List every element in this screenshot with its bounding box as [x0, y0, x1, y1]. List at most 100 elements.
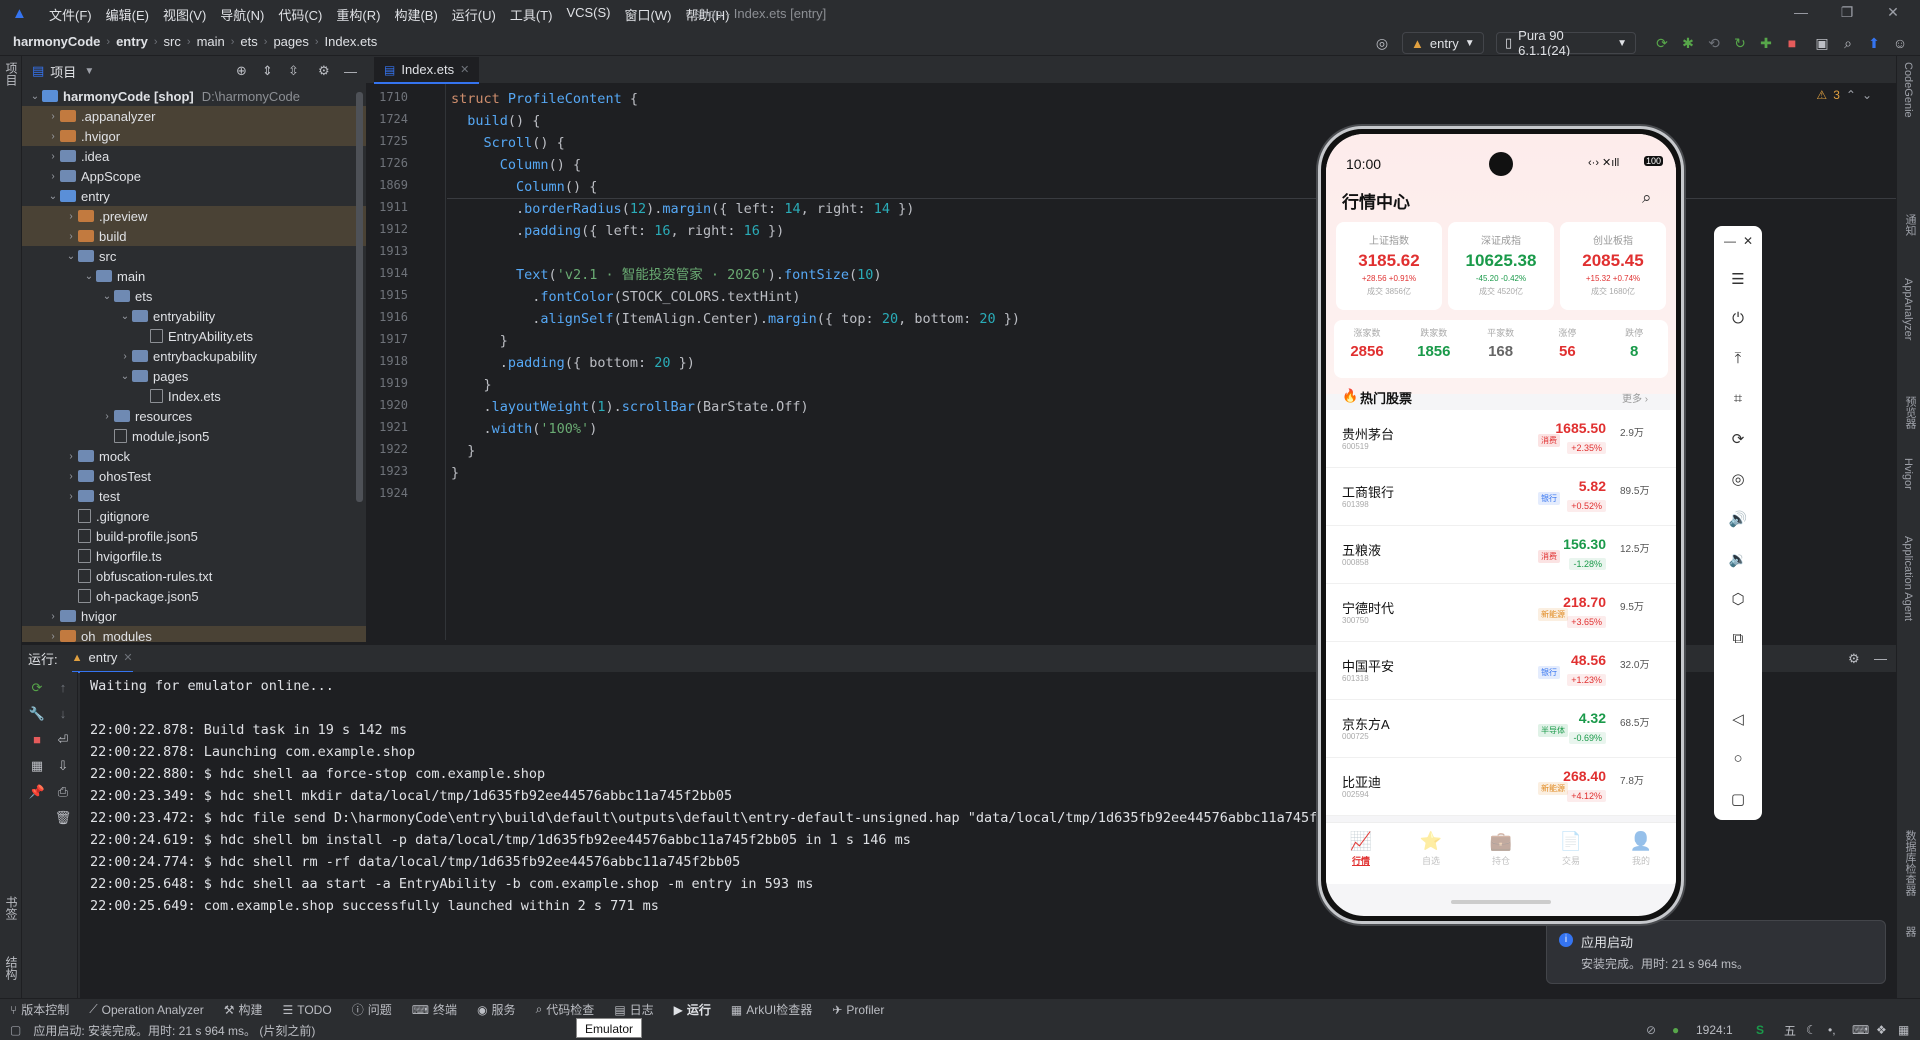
- search-icon[interactable]: ⌕: [1838, 33, 1858, 53]
- chevron-down-icon[interactable]: ⌄: [118, 311, 132, 322]
- right-tool-label[interactable]: 数据库检查器: [1902, 830, 1918, 896]
- chevron-right-icon[interactable]: ›: [46, 111, 60, 122]
- apply-changes-icon[interactable]: ↻: [1730, 33, 1750, 53]
- profile-icon[interactable]: ✚: [1756, 33, 1776, 53]
- arrow-down-icon[interactable]: ↓: [54, 706, 72, 721]
- search-icon[interactable]: ⌕: [1642, 188, 1652, 208]
- tree-item[interactable]: › .idea: [22, 146, 366, 166]
- breadcrumb-item[interactable]: ets: [237, 34, 260, 49]
- soft-wrap-icon[interactable]: ⏎: [54, 732, 72, 748]
- code-line[interactable]: .padding({ bottom: 20 }): [451, 352, 695, 374]
- stock-row[interactable]: 工商银行 601398 银行 5.82 +0.52% 89.5万: [1326, 468, 1676, 526]
- pin-icon[interactable]: 📌: [28, 784, 46, 800]
- structure-tool-label[interactable]: 结构: [3, 956, 20, 980]
- hide-panel-icon[interactable]: —: [344, 64, 357, 79]
- breadcrumb-item[interactable]: pages: [270, 34, 311, 49]
- menu-item[interactable]: 运行(U): [445, 5, 503, 24]
- tree-item[interactable]: › AppScope: [22, 166, 366, 186]
- code-line[interactable]: }: [451, 330, 508, 352]
- panel-toggle-icon[interactable]: ▢: [10, 1023, 21, 1037]
- breadcrumb-item[interactable]: main: [194, 34, 228, 49]
- chevron-right-icon[interactable]: ›: [46, 151, 60, 162]
- rotate-icon[interactable]: ⟳: [1714, 430, 1762, 448]
- right-tool-label[interactable]: CodeGenie: [1902, 62, 1914, 118]
- project-panel-title[interactable]: 项目: [50, 62, 76, 81]
- right-tool-label[interactable]: 通知: [1902, 214, 1918, 236]
- arrow-up-icon[interactable]: ↑: [54, 680, 72, 695]
- run-config-dropdown[interactable]: ▲ entry ▼: [1402, 32, 1484, 54]
- chevron-right-icon[interactable]: ›: [64, 471, 78, 482]
- tree-item[interactable]: › mock: [22, 446, 366, 466]
- tree-item[interactable]: obfuscation-rules.txt: [22, 566, 366, 586]
- back-icon[interactable]: ◁: [1714, 710, 1762, 728]
- tree-item[interactable]: hvigorfile.ts: [22, 546, 366, 566]
- index-card[interactable]: 上证指数 3185.62 +28.56 +0.91% 成交 3856亿: [1336, 222, 1442, 310]
- chevron-right-icon[interactable]: ›: [46, 171, 60, 182]
- tree-item[interactable]: ⌄ harmonyCode [shop] D:\harmonyCode: [22, 86, 366, 106]
- ime-skin-icon[interactable]: ❖: [1876, 1023, 1887, 1037]
- hide-panel-icon[interactable]: —: [1874, 651, 1887, 666]
- stop-icon[interactable]: ■: [28, 732, 46, 747]
- tree-item[interactable]: › ohosTest: [22, 466, 366, 486]
- tree-item[interactable]: ⌄ entry: [22, 186, 366, 206]
- chevron-down-icon[interactable]: ⌄: [28, 91, 42, 102]
- recents-icon[interactable]: ▢: [1714, 790, 1762, 808]
- keyboard-icon[interactable]: ⌨: [1852, 1023, 1869, 1037]
- notification-balloon[interactable]: i 应用启动 安装完成。用时: 21 s 964 ms。: [1546, 920, 1886, 984]
- tree-scrollbar[interactable]: [356, 92, 363, 502]
- chevron-down-icon[interactable]: ⌄: [118, 371, 132, 382]
- menu-item[interactable]: VCS(S): [559, 5, 617, 24]
- home-indicator[interactable]: [1451, 900, 1551, 904]
- target-icon[interactable]: ◎: [1372, 33, 1392, 53]
- bottom-tab[interactable]: ⌨ 终端: [402, 1001, 467, 1018]
- tree-item[interactable]: › .hvigor: [22, 126, 366, 146]
- code-line[interactable]: .width('100%'): [451, 418, 598, 440]
- chevron-right-icon[interactable]: ›: [46, 631, 60, 642]
- right-tool-label[interactable]: Hvigor: [1902, 458, 1914, 490]
- tree-item[interactable]: ⌄ main: [22, 266, 366, 286]
- code-line[interactable]: .alignSelf(ItemAlign.Center).margin({ to…: [451, 308, 1020, 330]
- scroll-end-icon[interactable]: ⇩: [54, 758, 72, 774]
- tree-item[interactable]: › test: [22, 486, 366, 506]
- status-message[interactable]: 应用启动: 安装完成。用时: 21 s 964 ms。 (片刻之前): [33, 1022, 315, 1039]
- chevron-down-icon[interactable]: ⌄: [100, 291, 114, 302]
- home-icon[interactable]: ○: [1714, 750, 1762, 767]
- tree-item[interactable]: › .preview: [22, 206, 366, 226]
- fold-icon[interactable]: ⬡: [1714, 590, 1762, 608]
- gear-icon[interactable]: ⚙: [318, 63, 330, 79]
- emulator-screen[interactable]: 10:00 ‹·› ✕ıll 100 行情中心 ⌕ 上证指数 3185.62 +28…: [1326, 134, 1676, 916]
- grid-icon[interactable]: ▦: [1898, 1023, 1909, 1037]
- ime-mode[interactable]: 五: [1784, 1022, 1796, 1039]
- location-icon[interactable]: ◎: [1714, 470, 1762, 488]
- stock-row[interactable]: 五粮液 000858 消费 156.30 -1.28% 12.5万: [1326, 526, 1676, 584]
- bottom-tab[interactable]: ⌕ 代码检查: [526, 1001, 605, 1018]
- stop-icon[interactable]: ■: [1782, 33, 1802, 53]
- run-tab-entry[interactable]: ▲ entry ✕: [71, 645, 133, 673]
- chevron-down-icon[interactable]: ⌄: [82, 271, 96, 282]
- wrench-icon[interactable]: 🔧: [28, 706, 46, 722]
- code-line[interactable]: Scroll() {: [451, 132, 565, 154]
- chevron-right-icon[interactable]: ›: [64, 211, 78, 222]
- index-card[interactable]: 创业板指 2085.45 +15.32 +0.74% 成交 1680亿: [1560, 222, 1666, 310]
- nav-item[interactable]: 👤 我的: [1606, 831, 1676, 867]
- chevron-down-icon[interactable]: ⌄: [46, 191, 60, 202]
- tree-item[interactable]: oh-package.json5: [22, 586, 366, 606]
- code-line[interactable]: }: [451, 462, 459, 484]
- code-line[interactable]: Column() {: [451, 176, 597, 198]
- stock-row[interactable]: 京东方A 000725 半导体 4.32 -0.69% 68.5万: [1326, 700, 1676, 758]
- debug-icon[interactable]: ✱: [1678, 33, 1698, 53]
- moon-icon[interactable]: ☾: [1806, 1023, 1817, 1037]
- menu-item[interactable]: 重构(R): [329, 5, 387, 24]
- close-tab-icon[interactable]: ✕: [460, 63, 469, 76]
- code-line[interactable]: }: [451, 374, 492, 396]
- layout-icon[interactable]: ▦: [28, 758, 46, 774]
- close-window-icon[interactable]: ✕: [1878, 4, 1908, 21]
- code-line[interactable]: }: [451, 440, 475, 462]
- code-line[interactable]: struct ProfileContent {: [451, 88, 638, 110]
- right-tool-label[interactable]: 设备文件浏览器: [1902, 926, 1920, 998]
- no-rules-icon[interactable]: ⊘: [1646, 1023, 1656, 1037]
- breadcrumb-item[interactable]: Index.ets: [322, 34, 381, 49]
- bottom-tab[interactable]: ▦ ArkUI检查器: [721, 1001, 822, 1018]
- menu-item[interactable]: 文件(F): [42, 5, 99, 24]
- gear-icon[interactable]: ⚙: [1848, 651, 1860, 667]
